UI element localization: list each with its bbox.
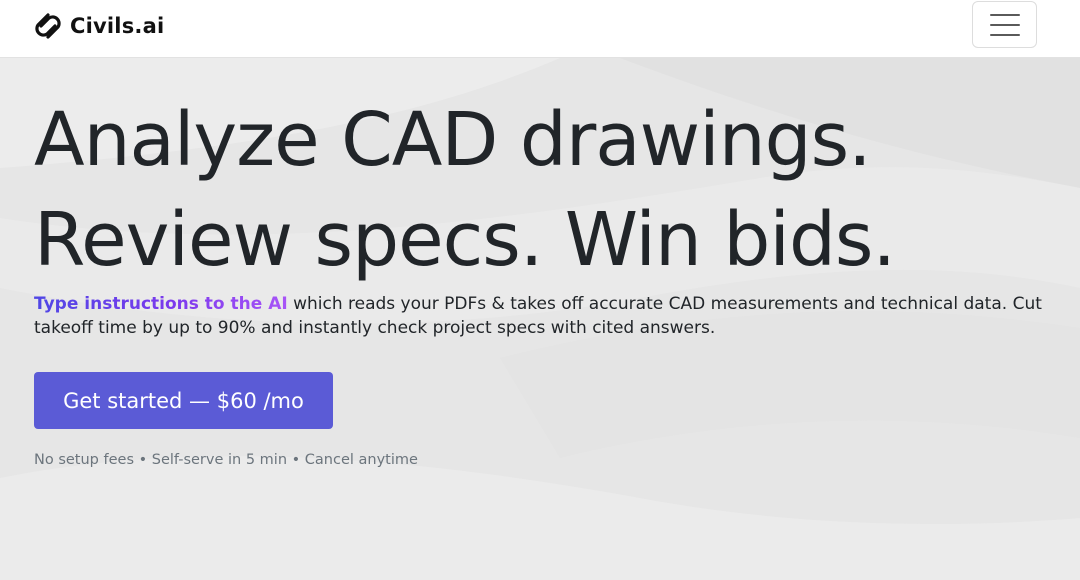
hero-section: Analyze CAD drawings. Review specs. Win … xyxy=(0,58,1080,580)
cta-fineprint: No setup fees • Self-serve in 5 min • Ca… xyxy=(34,452,418,468)
hero-headline: Analyze CAD drawings. Review specs. Win … xyxy=(34,90,896,290)
brand-name: Civils.ai xyxy=(70,14,165,38)
civils-logo-icon xyxy=(35,13,61,39)
navbar: Civils.ai xyxy=(0,0,1080,58)
brand-link[interactable]: Civils.ai xyxy=(33,11,164,41)
get-started-button[interactable]: Get started — $60 /mo xyxy=(34,372,333,429)
lead-highlight: Type instructions to the AI xyxy=(34,294,288,314)
hero-lead-text: Type instructions to the AI which reads … xyxy=(34,292,1054,340)
menu-toggle-button[interactable] xyxy=(972,1,1037,48)
headline-line-1: Analyze CAD drawings. xyxy=(34,97,872,183)
headline-line-2: Review specs. Win bids. xyxy=(34,197,896,283)
